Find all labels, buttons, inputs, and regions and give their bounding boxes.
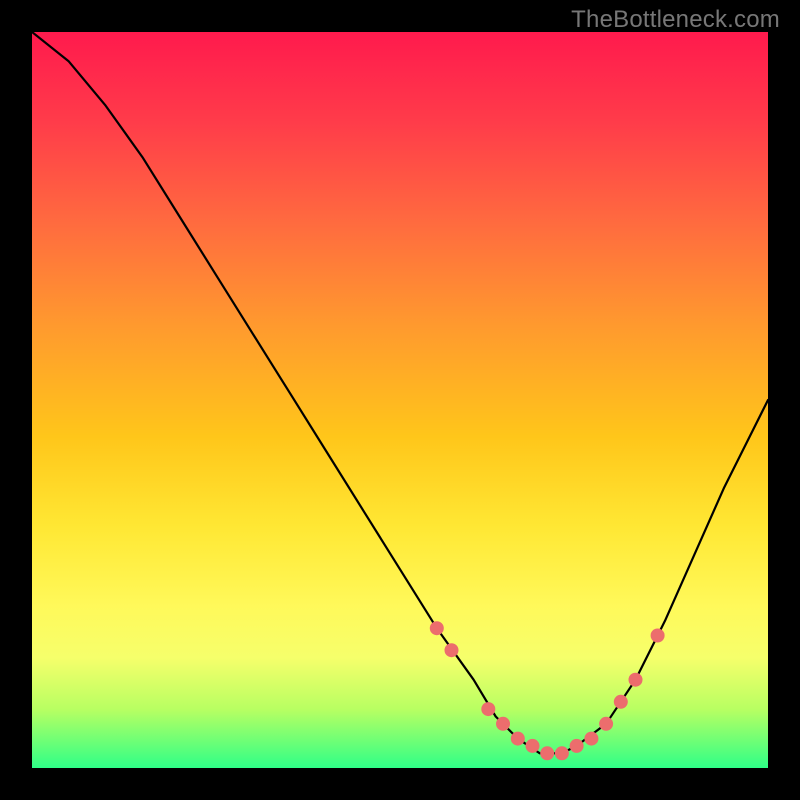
plot-area: [32, 32, 768, 768]
marker-dot: [584, 732, 598, 746]
chart-frame: TheBottleneck.com: [0, 0, 800, 800]
marker-dot: [599, 717, 613, 731]
marker-dot: [629, 673, 643, 687]
marker-dot: [445, 643, 459, 657]
marker-dot: [481, 702, 495, 716]
marker-dot: [511, 732, 525, 746]
marker-dot: [570, 739, 584, 753]
bottleneck-curve-svg: [32, 32, 768, 768]
bottleneck-curve-line: [32, 32, 768, 753]
marker-dot: [555, 746, 569, 760]
marker-dot: [540, 746, 554, 760]
marker-dot: [496, 717, 510, 731]
marker-dot: [430, 621, 444, 635]
watermark-text: TheBottleneck.com: [571, 6, 780, 34]
marker-dot: [614, 695, 628, 709]
marker-dot: [651, 629, 665, 643]
marker-dot: [526, 739, 540, 753]
